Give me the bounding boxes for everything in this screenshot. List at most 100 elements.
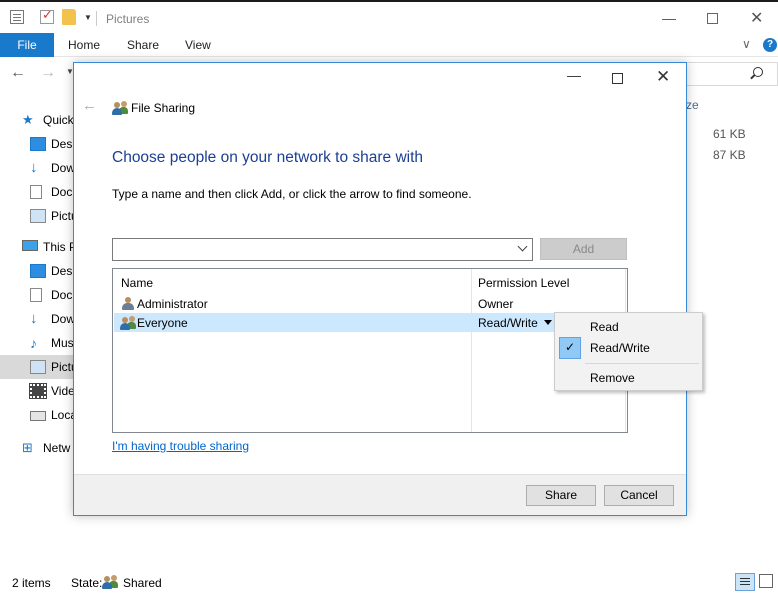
sidebar-item-label: Dow: [51, 312, 76, 326]
user-name: Everyone: [137, 316, 188, 330]
sidebar-item-label: Doc: [51, 288, 73, 302]
documents-icon: [30, 185, 42, 199]
sidebar-item-network[interactable]: ⊞ Netw: [0, 436, 74, 460]
dialog-close-icon[interactable]: ✕: [656, 67, 670, 87]
tab-home[interactable]: Home: [68, 33, 100, 57]
sidebar-item-label: Quick: [43, 113, 74, 127]
dialog-minimize-icon[interactable]: —: [567, 67, 581, 83]
menu-item-label: Remove: [590, 371, 635, 385]
sidebar-item-label: Vide: [51, 384, 75, 398]
sidebar-item-downloads[interactable]: ↓ Dow: [0, 156, 76, 180]
sidebar-item-documents-pc[interactable]: Doc: [0, 283, 74, 307]
downloads-icon: ↓: [30, 310, 38, 327]
permission-context-menu: Read Read/Write Remove: [554, 312, 703, 391]
sidebar-item-this-pc[interactable]: This P: [0, 235, 78, 259]
large-icons-view-icon[interactable]: [759, 574, 773, 588]
dialog-instruction: Type a name and then click Add, or click…: [112, 187, 472, 201]
sidebar-item-videos[interactable]: Vide: [0, 379, 75, 403]
search-icon: [753, 67, 763, 77]
menu-item-remove[interactable]: Remove: [557, 367, 701, 389]
sidebar-item-downloads-pc[interactable]: ↓ Dow: [0, 307, 76, 331]
user-name: Administrator: [137, 297, 208, 311]
ribbon-tabs: File Home Share View ∨ ?: [0, 33, 778, 57]
new-folder-icon[interactable]: [62, 9, 76, 25]
sidebar-item-desktop-pc[interactable]: Desk: [0, 259, 78, 283]
sidebar-item-label: Dow: [51, 161, 76, 175]
quick-access-dropdown-icon[interactable]: ▼: [84, 13, 92, 22]
menu-item-read[interactable]: Read: [557, 316, 701, 338]
pictures-icon: [30, 209, 46, 223]
table-row[interactable]: Everyone Read/Write: [114, 313, 626, 332]
help-icon[interactable]: ?: [763, 38, 777, 52]
shared-users-icon: [102, 574, 118, 590]
explorer-titlebar: ▼ Pictures — ✕: [0, 2, 778, 32]
sidebar-item-local-disk[interactable]: Loca: [0, 403, 77, 427]
sidebar-item-pictures[interactable]: Pictu: [0, 204, 78, 228]
permission-level: Owner: [478, 297, 514, 311]
tab-share[interactable]: Share: [127, 33, 159, 57]
expand-ribbon-icon[interactable]: ∨: [742, 37, 751, 51]
file-size: 61 KB: [713, 127, 746, 141]
item-count: 2 items: [12, 576, 51, 590]
star-icon: ★: [22, 112, 34, 127]
dialog-maximize-icon[interactable]: [612, 73, 623, 84]
tab-view[interactable]: View: [185, 33, 211, 57]
trouble-sharing-link[interactable]: I'm having trouble sharing: [112, 439, 249, 453]
add-button[interactable]: Add: [540, 238, 627, 260]
local-disk-icon: [30, 411, 46, 421]
back-arrow-icon[interactable]: ←: [10, 64, 26, 82]
menu-item-read-write[interactable]: Read/Write: [557, 337, 701, 359]
music-icon: ♪: [30, 335, 37, 351]
chevron-down-icon[interactable]: [517, 241, 528, 252]
state-label: State:: [71, 576, 103, 590]
status-bar: 2 items State: Shared: [0, 570, 778, 593]
sidebar-item-label: This P: [43, 240, 78, 254]
checkmark-icon[interactable]: [40, 7, 54, 24]
file-size: 87 KB: [713, 148, 746, 162]
sidebar-item-desktop[interactable]: Desk: [0, 132, 78, 156]
menu-item-label: Read/Write: [590, 341, 650, 355]
pictures-icon: [30, 360, 46, 374]
desktop-icon: [30, 264, 46, 278]
minimize-icon[interactable]: —: [662, 10, 676, 26]
forward-arrow-icon[interactable]: →: [40, 64, 56, 82]
share-button[interactable]: Share: [526, 485, 596, 506]
dialog-footer: Share Cancel: [74, 474, 686, 515]
file-sharing-dialog: — ✕ ← File Sharing Choose people on your…: [73, 62, 687, 516]
sidebar-item-quick-access[interactable]: ★ Quick: [0, 108, 74, 132]
navigation-pane: ★ Quick Desk ↓ Dow Doc Pictu This P Desk…: [0, 90, 78, 565]
sidebar-item-label: Mus: [51, 336, 74, 350]
column-header-permission[interactable]: Permission Level: [478, 276, 569, 290]
menu-item-label: Read: [590, 320, 619, 334]
videos-icon: [29, 383, 47, 399]
tab-file[interactable]: File: [0, 33, 54, 57]
search-input[interactable]: [686, 62, 778, 86]
column-header-name[interactable]: Name: [121, 276, 153, 290]
sidebar-item-music[interactable]: ♪ Mus: [0, 331, 74, 355]
maximize-icon[interactable]: [707, 13, 718, 24]
caret-down-icon[interactable]: [544, 320, 552, 325]
permission-level-dropdown[interactable]: Read/Write: [478, 316, 538, 330]
menu-separator: [585, 363, 699, 364]
sidebar-item-pictures-pc[interactable]: Pictu: [0, 355, 78, 379]
sidebar-item-label: Netw: [43, 441, 71, 455]
size-column-header[interactable]: ze: [686, 98, 699, 112]
checkmark-icon: [559, 337, 581, 359]
group-icon: [120, 315, 136, 330]
window-title: Pictures: [106, 12, 150, 26]
share-name-combobox[interactable]: [112, 238, 533, 261]
downloads-icon: ↓: [30, 159, 38, 176]
this-pc-icon: [22, 240, 38, 251]
titlebar-separator: [96, 11, 97, 26]
file-sharing-icon: [112, 100, 128, 115]
permission-list: Name Permission Level Administrator Owne…: [112, 268, 628, 433]
close-icon[interactable]: ✕: [750, 8, 763, 28]
dialog-back-arrow-icon[interactable]: ←: [82, 97, 97, 114]
cancel-button[interactable]: Cancel: [604, 485, 674, 506]
table-row[interactable]: Administrator Owner: [114, 294, 626, 313]
dialog-title: File Sharing: [131, 101, 196, 115]
user-icon: [120, 296, 136, 311]
details-view-icon[interactable]: [735, 573, 755, 591]
sidebar-item-documents[interactable]: Doc: [0, 180, 74, 204]
properties-icon[interactable]: [10, 10, 24, 24]
